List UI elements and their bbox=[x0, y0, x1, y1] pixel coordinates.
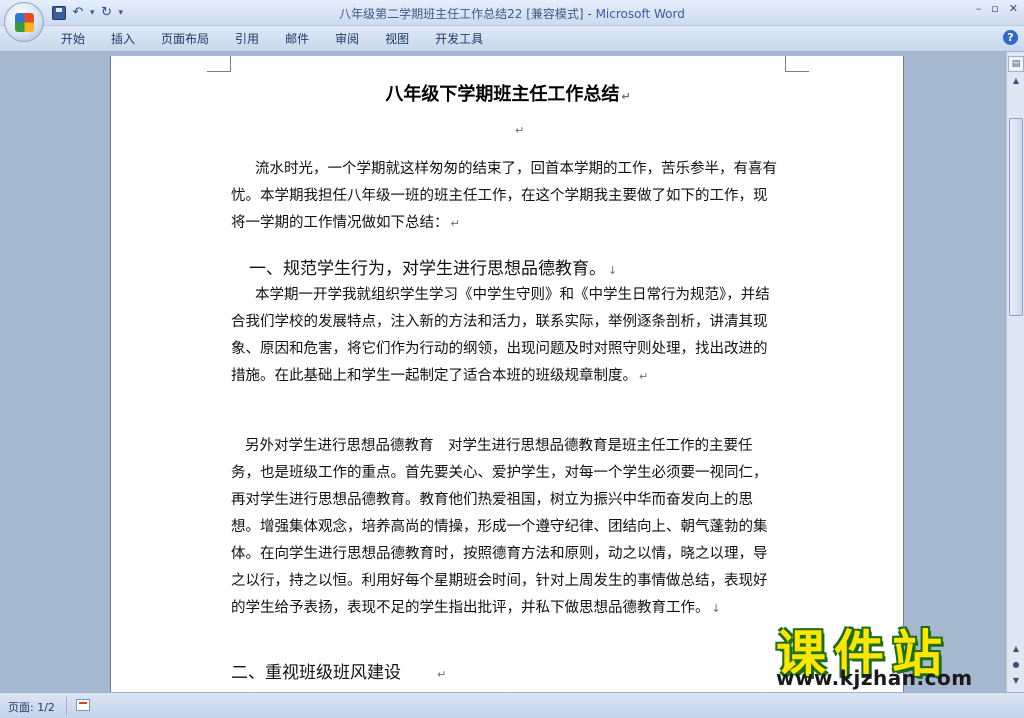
tab-references[interactable]: 引用 bbox=[222, 30, 272, 48]
intro-paragraph: 流水时光，一个学期就这样匆匆的结束了，回首本学期的工作，苦乐参半，有喜有忧。本学… bbox=[231, 156, 781, 237]
section-heading-2-text: 二、重视班级班风建设 bbox=[231, 663, 401, 683]
intro-paragraph-text: 流水时光，一个学期就这样匆匆的结束了，回首本学期的工作，苦乐参半，有喜有忧。本学… bbox=[231, 161, 777, 231]
status-divider bbox=[66, 697, 67, 715]
ribbon-tabs-bar: 开始 插入 页面布局 引用 邮件 审阅 视图 开发工具 ? bbox=[0, 26, 1024, 52]
vertical-scrollbar[interactable]: ▤ ▲ ▲ ● ▼ bbox=[1006, 52, 1024, 692]
scroll-up-icon[interactable]: ▲ bbox=[1008, 76, 1024, 90]
scroll-thumb[interactable] bbox=[1009, 118, 1023, 316]
document-title-text: 八年级下学期班主任工作总结 bbox=[385, 84, 620, 105]
close-icon[interactable]: ✕ bbox=[1009, 2, 1018, 15]
window-controls: – ▫ ✕ bbox=[976, 2, 1018, 15]
document-name: 八年级第二学期班主任工作总结22 [兼容模式] bbox=[339, 7, 584, 21]
paragraph-mark: ↵ bbox=[450, 217, 460, 230]
watermark: 课件站 www.kjzhan.com bbox=[776, 614, 1012, 690]
title-bar: ↶ ▾ ↻ ▾ 八年级第二学期班主任工作总结22 [兼容模式] - Micros… bbox=[0, 0, 1024, 26]
window-title: 八年级第二学期班主任工作总结22 [兼容模式] - Microsoft Word bbox=[0, 5, 1024, 22]
section-heading-2: 二、重视班级班风建设 ↵ bbox=[231, 658, 446, 683]
watermark-url: www.kjzhan.com bbox=[776, 666, 973, 690]
crop-mark-top-right bbox=[785, 56, 809, 72]
empty-paragraph-mark: ↵ bbox=[515, 124, 525, 137]
section-heading-1-text: 一、规范学生行为，对学生进行思想品德教育。 bbox=[249, 259, 606, 279]
proofing-icon[interactable] bbox=[76, 699, 90, 711]
section-1-paragraph-text: 本学期一开学我就组织学生学习《中学生守则》和《中学生日常行为规范》，并结合我们学… bbox=[231, 287, 770, 384]
paragraph-mark: ↵ bbox=[437, 668, 447, 681]
ribbon-tabs: 开始 插入 页面布局 引用 邮件 审阅 视图 开发工具 bbox=[48, 30, 496, 48]
paragraph-mark: ↵ bbox=[639, 370, 649, 383]
section-1-paragraph: 本学期一开学我就组织学生学习《中学生守则》和《中学生日常行为规范》，并结合我们学… bbox=[231, 282, 781, 390]
help-icon[interactable]: ? bbox=[1003, 30, 1018, 45]
tab-mailings[interactable]: 邮件 bbox=[272, 30, 322, 48]
tab-developer[interactable]: 开发工具 bbox=[422, 30, 496, 48]
tab-view[interactable]: 视图 bbox=[372, 30, 422, 48]
ruler-toggle-icon[interactable]: ▤ bbox=[1008, 56, 1024, 72]
tab-insert[interactable]: 插入 bbox=[98, 30, 148, 48]
restore-icon[interactable]: ▫ bbox=[991, 2, 998, 15]
document-page[interactable]: 八年级下学期班主任工作总结 ↵ ↵ 流水时光，一个学期就这样匆匆的结束了，回首本学… bbox=[110, 56, 904, 692]
section-1-paragraph-2: 另外对学生进行思想品德教育 对学生进行思想品德教育是班主任工作的主要任务，也是班… bbox=[231, 433, 781, 622]
tab-page-layout[interactable]: 页面布局 bbox=[148, 30, 222, 48]
line-break-mark: ↓ bbox=[711, 602, 721, 615]
office-logo-icon bbox=[15, 13, 34, 32]
line-break-mark: ↓ bbox=[608, 264, 618, 277]
document-title: 八年级下学期班主任工作总结 ↵ bbox=[111, 80, 905, 106]
status-bar: 页面: 1/2 bbox=[0, 692, 1024, 718]
title-separator: - bbox=[583, 7, 596, 21]
tab-home[interactable]: 开始 bbox=[48, 30, 98, 48]
document-area[interactable]: 八年级下学期班主任工作总结 ↵ ↵ 流水时光，一个学期就这样匆匆的结束了，回首本学… bbox=[0, 52, 1006, 692]
paragraph-mark: ↵ bbox=[621, 90, 631, 103]
minimize-icon[interactable]: – bbox=[976, 2, 982, 15]
crop-mark-top-left bbox=[207, 56, 231, 72]
section-1-paragraph-2-text: 另外对学生进行思想品德教育 对学生进行思想品德教育是班主任工作的主要任务，也是班… bbox=[231, 438, 768, 616]
page-indicator[interactable]: 页面: 1/2 bbox=[8, 699, 55, 715]
office-button[interactable] bbox=[4, 2, 44, 42]
app-name: Microsoft Word bbox=[595, 7, 685, 21]
section-heading-1: 一、规范学生行为，对学生进行思想品德教育。 ↓ bbox=[249, 254, 617, 279]
tab-review[interactable]: 审阅 bbox=[322, 30, 372, 48]
